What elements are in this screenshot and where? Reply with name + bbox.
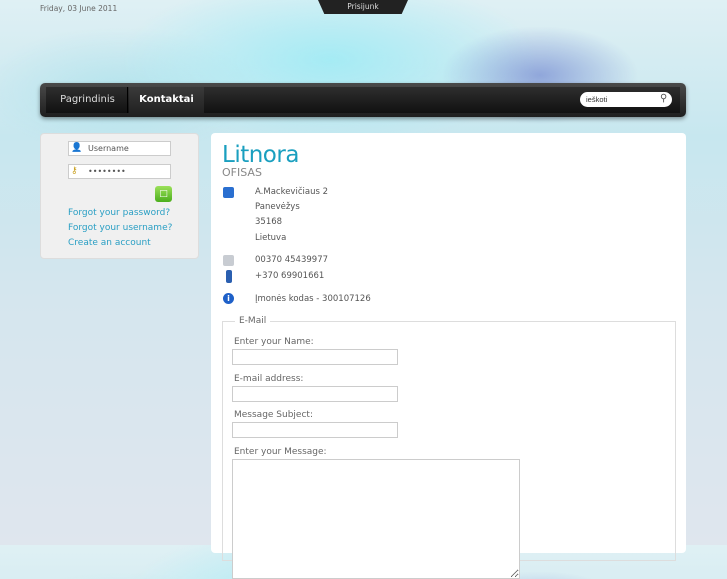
user-icon: 👤 [71,143,83,153]
login-tab[interactable]: Prisijunk [318,0,408,14]
nav-item-pagrindinis[interactable]: Pagrindinis [48,87,128,113]
fax-icon [223,255,234,266]
password-value: •••••••• [88,167,126,176]
address-icon [223,187,234,198]
page-title: Litnora [222,142,299,168]
password-input[interactable]: ⚷ •••••••• [68,164,171,179]
email-form: E-Mail Enter your Name: E-mail address: … [222,316,676,579]
company-code: Įmonės kodas - 300107126 [255,294,371,304]
mobile-number: +370 69901661 [255,271,325,281]
subject-label: Message Subject: [234,410,313,420]
email-input[interactable] [232,386,398,402]
lock-icon: □ [159,189,168,199]
mobile-icon [226,270,232,283]
date-text: Friday, 03 June 2011 [40,4,118,13]
email-label: E-mail address: [234,374,304,384]
key-icon: ⚷ [71,166,78,176]
search-icon[interactable]: ⚲ [660,93,667,104]
forgot-username-link[interactable]: Forgot your username? [68,223,172,233]
create-account-link[interactable]: Create an account [68,238,151,248]
message-textarea[interactable] [232,459,520,579]
address-line: Lietuva [255,233,287,243]
login-button[interactable]: □ [155,186,172,202]
fax-number: 00370 45439977 [255,255,329,265]
address-line: Panevėžys [255,202,300,212]
page-subtitle: OFISAS [222,166,262,179]
info-icon: i [223,293,234,304]
nav-item-kontaktai[interactable]: Kontaktai [129,87,204,113]
name-label: Enter your Name: [234,337,314,347]
content-panel: Litnora OFISAS A.Mackevičiaus 2 Panevėžy… [211,133,686,579]
login-panel: 👤 Username ⚷ •••••••• □ Forgot your passwo… [40,133,199,259]
address-line: 35168 [255,217,283,227]
address-line: A.Mackevičiaus 2 [255,187,328,197]
main-nav: Pagrindinis Kontaktai ⚲ [40,83,686,117]
forgot-password-link[interactable]: Forgot your password? [68,208,170,218]
name-input[interactable] [232,349,398,365]
form-legend: E-Mail [235,316,271,326]
username-input[interactable]: 👤 Username [68,141,171,156]
message-label: Enter your Message: [234,447,327,457]
username-placeholder: Username [88,144,129,153]
subject-input[interactable] [232,422,398,438]
search-input[interactable] [580,92,672,107]
